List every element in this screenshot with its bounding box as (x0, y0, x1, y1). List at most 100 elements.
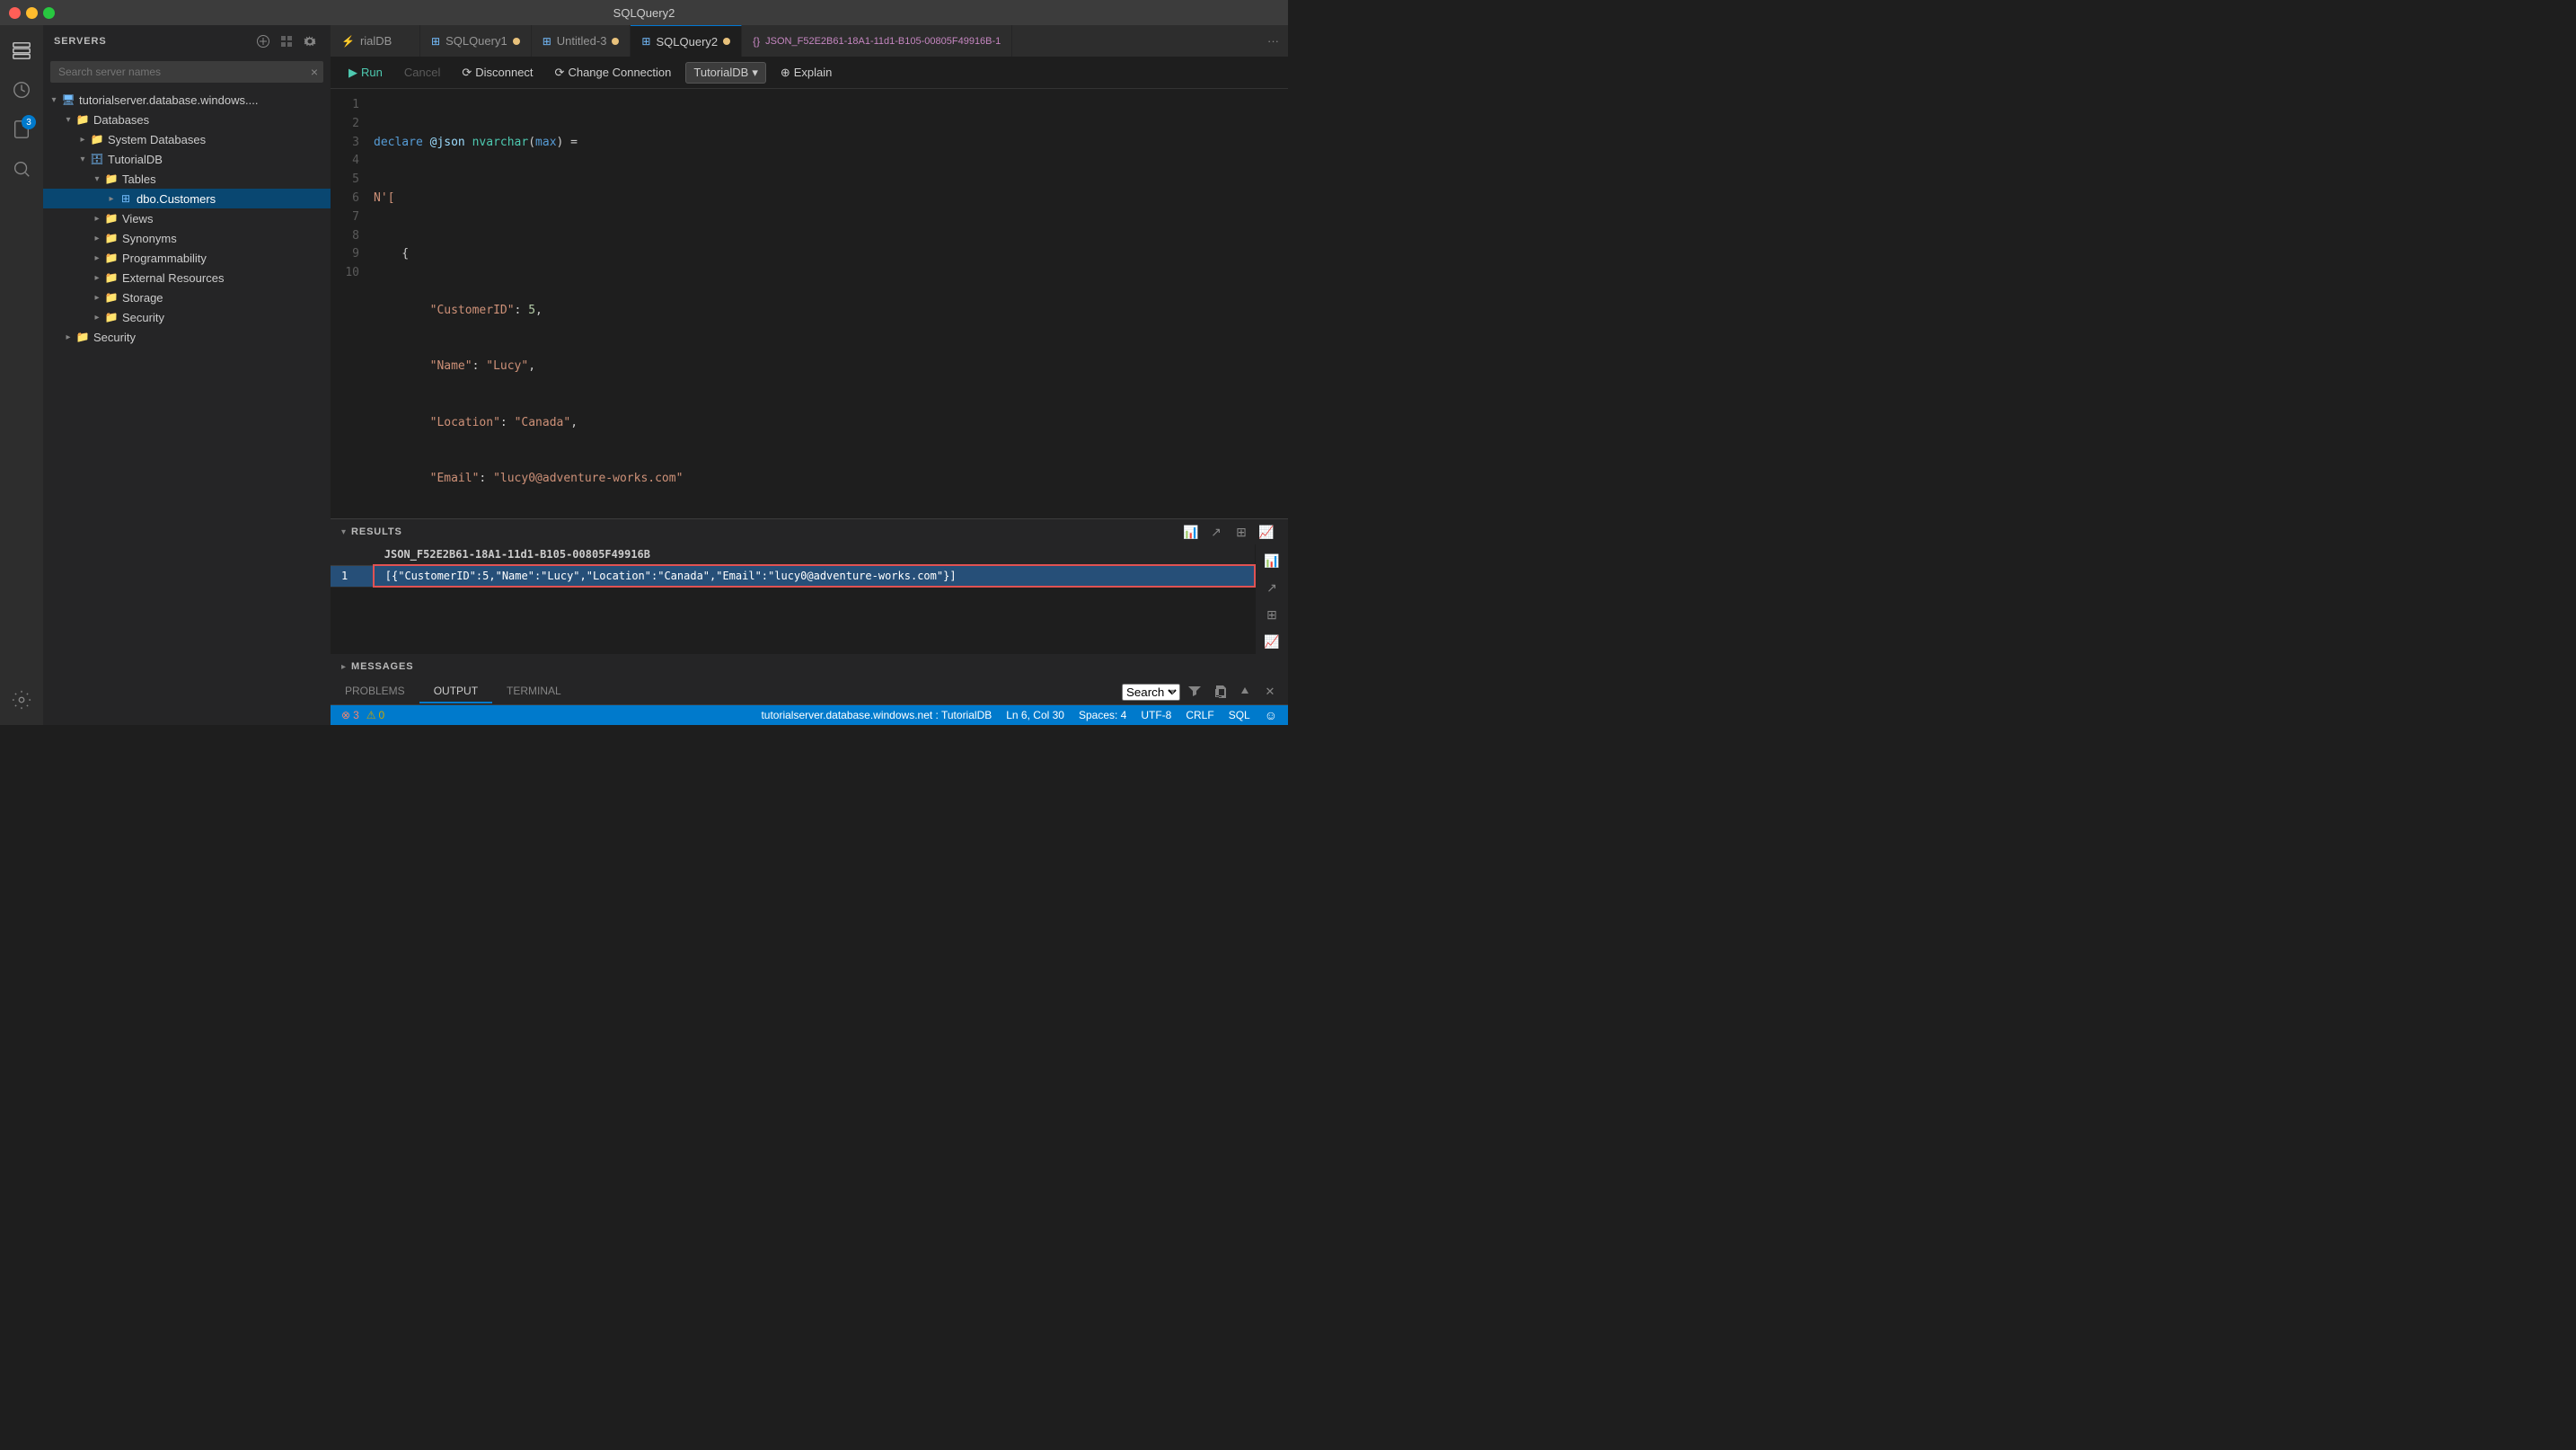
table-row[interactable]: 1 [{"CustomerID":5,"Name":"Lucy","Locati… (331, 565, 1255, 587)
tree-item-storage[interactable]: 📁 Storage (43, 287, 331, 307)
activity-query[interactable]: 3 (4, 111, 40, 147)
tree-item-databases[interactable]: 📁 Databases (43, 110, 331, 129)
results-title: RESULTS (351, 526, 402, 537)
tree-label-synonyms: Synonyms (122, 232, 177, 245)
side-chart4-icon[interactable]: 📈 (1259, 629, 1284, 654)
tree-item-system-dbs[interactable]: 📁 System Databases (43, 129, 331, 149)
close-button[interactable] (9, 7, 21, 19)
status-warnings[interactable]: ⚠ 0 (366, 709, 384, 721)
result-cell-json[interactable]: [{"CustomerID":5,"Name":"Lucy","Location… (374, 565, 1255, 587)
tree-label-tables: Tables (122, 172, 156, 186)
tree-label-security-db: Security (122, 311, 164, 324)
tree-arrow-external-resources (90, 270, 104, 285)
tab-sqlquery1[interactable]: ⊞ SQLQuery1 (420, 25, 532, 57)
results-grid-icon[interactable]: ⊞ (1231, 521, 1252, 543)
activity-search[interactable] (4, 151, 40, 187)
explain-button[interactable]: ⊕ Explain (773, 63, 840, 83)
status-language[interactable]: SQL (1229, 709, 1250, 721)
column-header-json: JSON_F52E2B61-18A1-11d1-B105-00805F49916… (374, 544, 1255, 565)
status-errors[interactable]: ⊗ 3 (341, 709, 359, 721)
tab-more-button[interactable]: ··· (1258, 25, 1288, 57)
side-chart2-icon[interactable]: ↗ (1259, 575, 1284, 600)
status-connection[interactable]: tutorialserver.database.windows.net : Tu… (761, 709, 992, 721)
activity-bar: 3 (0, 25, 43, 725)
window-controls[interactable] (9, 7, 55, 19)
status-ln[interactable]: Ln 6, Col 30 (1006, 709, 1064, 721)
panel-up-icon[interactable] (1234, 681, 1256, 703)
side-chart3-icon[interactable]: ⊞ (1259, 602, 1284, 627)
tree-item-tutorialdb[interactable]: 🗄 TutorialDB (43, 149, 331, 169)
tab-rialdb[interactable]: ⚡ rialDB (331, 25, 420, 57)
cancel-label: Cancel (404, 66, 440, 79)
activity-servers[interactable] (4, 32, 40, 68)
panel-filter-icon[interactable] (1184, 681, 1205, 703)
panel-search-select[interactable]: Search (1122, 684, 1180, 701)
status-eol[interactable]: CRLF (1186, 709, 1213, 721)
messages-header[interactable]: ▸ MESSAGES (331, 654, 1288, 679)
tab-icon-rialdb: ⚡ (341, 35, 355, 48)
activity-history[interactable] (4, 72, 40, 108)
run-label: Run (361, 66, 383, 79)
new-connection-icon[interactable] (253, 31, 273, 51)
tab-sqlquery2[interactable]: ⊞ SQLQuery2 (631, 25, 742, 57)
run-button[interactable]: ▶ Run (341, 63, 390, 83)
tab-json[interactable]: {} JSON_F52E2B61-18A1-11d1-B105-00805F49… (742, 25, 1012, 57)
db-icon-tutorialdb: 🗄 (90, 152, 104, 166)
tree-arrow-views (90, 211, 104, 225)
bottom-panels: ▸ MESSAGES PROBLEMS OUTPUT TERMINAL Sear… (331, 654, 1288, 705)
tree-arrow-databases (61, 112, 75, 127)
tab-terminal[interactable]: TERMINAL (492, 680, 576, 703)
panel-close-icon[interactable]: ✕ (1259, 681, 1281, 703)
change-connection-button[interactable]: ⟳ Change Connection (548, 63, 679, 83)
tab-output[interactable]: OUTPUT (419, 680, 492, 703)
code-content[interactable]: declare @json nvarchar(max) = N'[ { "Cus… (366, 89, 1275, 518)
activity-settings[interactable] (4, 682, 40, 718)
tree-item-security-server[interactable]: 📁 Security (43, 327, 331, 347)
tree-item-customers[interactable]: ⊞ dbo.Customers (43, 189, 331, 208)
search-clear-icon[interactable]: × (311, 65, 318, 79)
change-connection-icon: ⟳ (555, 66, 565, 80)
results-bar-icon[interactable]: 📈 (1256, 521, 1277, 543)
tree-label-databases: Databases (93, 113, 149, 127)
results-header[interactable]: ▾ RESULTS 📊 ↗ ⊞ 📈 (331, 519, 1288, 544)
collapse-all-icon[interactable] (277, 31, 296, 51)
status-encoding[interactable]: UTF-8 (1141, 709, 1171, 721)
run-icon: ▶ (348, 66, 357, 80)
warning-icon: ⚠ (366, 709, 376, 721)
server-search-box: × (50, 61, 323, 83)
sidebar-header: SERVERS (43, 25, 331, 57)
tab-untitled3[interactable]: ⊞ Untitled-3 (532, 25, 631, 57)
tree-item-server[interactable]: 🖥 tutorialserver.database.windows.... (43, 90, 331, 110)
disconnect-label: Disconnect (475, 66, 533, 79)
status-spaces[interactable]: Spaces: 4 (1079, 709, 1126, 721)
tree-label-security-server: Security (93, 331, 136, 344)
tree-item-synonyms[interactable]: 📁 Synonyms (43, 228, 331, 248)
search-input[interactable] (50, 61, 323, 83)
tab-bar: ⚡ rialDB ⊞ SQLQuery1 ⊞ Untitled-3 ⊞ SQLQ… (331, 25, 1288, 57)
cancel-button[interactable]: Cancel (397, 63, 447, 82)
tree-item-security-db[interactable]: 📁 Security (43, 307, 331, 327)
disconnect-button[interactable]: ⟳ Disconnect (454, 63, 540, 83)
panel-search-dropdown[interactable]: Search (1122, 684, 1180, 701)
side-chart1-icon[interactable]: 📊 (1259, 548, 1284, 573)
warning-count: 0 (379, 709, 385, 721)
results-table-container: JSON_F52E2B61-18A1-11d1-B105-00805F49916… (331, 544, 1256, 652)
table-icon-customers: ⊞ (119, 191, 133, 206)
tab-problems[interactable]: PROBLEMS (331, 680, 419, 703)
results-export-icon[interactable]: ↗ (1205, 521, 1227, 543)
smiley-icon[interactable]: ☺ (1265, 708, 1277, 722)
tree-item-views[interactable]: 📁 Views (43, 208, 331, 228)
sidebar-title: SERVERS (54, 36, 107, 47)
connection-selector[interactable]: TutorialDB ▾ (685, 62, 765, 84)
explain-label: Explain (794, 66, 833, 79)
maximize-button[interactable] (43, 7, 55, 19)
tree-item-programmability[interactable]: 📁 Programmability (43, 248, 331, 268)
tree-item-external-resources[interactable]: 📁 External Resources (43, 268, 331, 287)
refresh-icon[interactable] (300, 31, 320, 51)
tree-item-tables[interactable]: 📁 Tables (43, 169, 331, 189)
results-chart-icon[interactable]: 📊 (1180, 521, 1202, 543)
editor-with-scrollbar: 1 2 3 4 5 6 7 8 9 10 declare @json nvarc… (331, 89, 1288, 518)
code-editor[interactable]: 1 2 3 4 5 6 7 8 9 10 declare @json nvarc… (331, 89, 1275, 518)
minimize-button[interactable] (26, 7, 38, 19)
panel-copy-icon[interactable] (1209, 681, 1231, 703)
